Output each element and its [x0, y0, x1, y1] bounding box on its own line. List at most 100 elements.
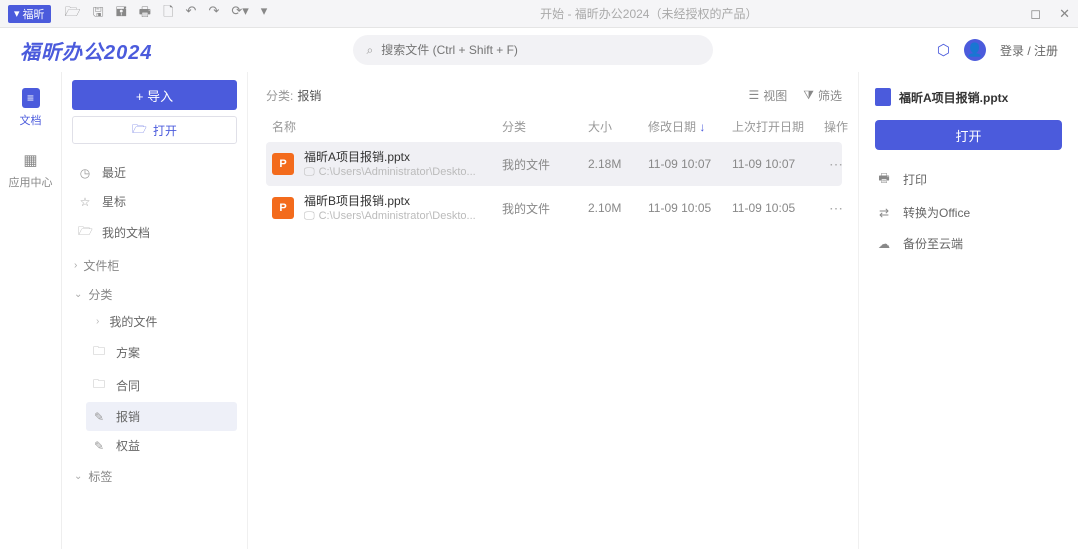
maximize-icon[interactable]: ◻ [1030, 6, 1041, 22]
detail-action-print[interactable]: 🖶 打印 [875, 162, 1062, 197]
crumb-current: 报销 [297, 87, 321, 104]
document-icon: ≡ [22, 88, 40, 108]
detail-action-label: 转换为Office [903, 204, 970, 221]
th-modified[interactable]: 修改日期 ↓ [648, 118, 732, 135]
topbar: 福昕办公2024 ⌕ ⬡ 👤 登录 / 注册 [0, 28, 1078, 72]
cell-category: 我的文件 [502, 200, 588, 217]
import-button[interactable]: + 导入 [72, 80, 237, 110]
cell-size: 2.18M [588, 157, 648, 171]
cloud-icon: ☁ [877, 237, 891, 251]
table-row[interactable]: P 福昕B项目报销.pptx 🖵C:\Users\Administrator\D… [266, 186, 842, 230]
cell-modified: 11-09 10:07 [648, 157, 732, 171]
view-toggle[interactable]: ☰视图 [748, 87, 787, 104]
chevron-right-icon: › [96, 316, 99, 327]
file-name: 福昕B项目报销.pptx [304, 194, 476, 209]
row-more-icon[interactable]: ⋯ [829, 156, 843, 172]
star-icon: ☆ [78, 195, 92, 209]
open-folder-icon[interactable]: 🗁 [65, 3, 81, 25]
close-icon[interactable]: ✕ [1059, 6, 1070, 22]
sidebar-item-label: 我的文档 [102, 224, 150, 241]
save-icon[interactable]: 🖫 [93, 3, 104, 25]
cell-opened: 11-09 10:07 [732, 157, 816, 171]
th-category[interactable]: 分类 [502, 118, 588, 135]
sidebar-cat-auth[interactable]: ✎ 权益 [86, 431, 237, 460]
detail-action-backup[interactable]: ☁ 备份至云端 [875, 228, 1062, 259]
breadcrumb: 分类: 报销 ☰视图 ⧩筛选 [266, 82, 842, 108]
file-name: 福昕A项目报销.pptx [304, 150, 476, 165]
sidebar: + 导入 🗁 打开 ◷ 最近 ☆ 星标 🗁 我的文档 › 文件柜 ⌄ [62, 72, 248, 549]
chevron-down-icon: ⌄ [74, 471, 82, 482]
sidebar-cat-contract[interactable]: 🗀 合同 [86, 369, 237, 402]
history-dropdown-icon[interactable]: ⟳▾ [231, 3, 248, 25]
open-button-label: 打开 [153, 122, 177, 139]
chevron-right-icon: › [74, 260, 77, 271]
search-icon: ⌕ [367, 43, 374, 58]
sidebar-section-label: 分类 [88, 286, 112, 303]
avatar[interactable]: 👤 [964, 39, 986, 61]
sidebar-section-filebox[interactable]: › 文件柜 [72, 249, 237, 278]
settings-icon[interactable]: ⬡ [937, 41, 950, 59]
location-icon: 🖵 [304, 209, 315, 223]
sidebar-section-category[interactable]: ⌄ 分类 [72, 278, 237, 307]
search-box[interactable]: ⌕ [353, 35, 713, 65]
detail-open-button[interactable]: 打开 [875, 120, 1062, 150]
sidebar-nav: ◷ 最近 ☆ 星标 🗁 我的文档 [72, 158, 237, 249]
detail-panel: 福昕A项目报销.pptx 打开 🖶 打印 ⇄ 转换为Office ☁ 备份至云端 [858, 72, 1078, 549]
row-more-icon[interactable]: ⋯ [829, 200, 843, 216]
sidebar-cat-mine[interactable]: › 我的文件 [86, 307, 237, 336]
detail-action-convert[interactable]: ⇄ 转换为Office [875, 197, 1062, 228]
new-doc-icon[interactable]: 🗋 [163, 3, 173, 25]
redo-icon[interactable]: ↷ [208, 3, 219, 25]
detail-open-label: 打开 [955, 126, 981, 145]
th-opened[interactable]: 上次打开日期 [732, 118, 816, 135]
file-path: 🖵C:\Users\Administrator\Deskto... [304, 209, 476, 223]
th-operation: 操作 [816, 118, 856, 135]
titlebar: ▾ 福昕 🗁 🖫 🖬 🖶 🗋 ↶ ↷ ⟳▾ ▾ 开始 - 福昕办公2024（未经… [0, 0, 1078, 28]
app-badge: ▾ 福昕 [8, 5, 51, 23]
rail-docs-label: 文档 [20, 112, 42, 128]
rail-apps[interactable]: ▦ 应用中心 [0, 142, 61, 204]
sidebar-item-star[interactable]: ☆ 星标 [72, 187, 237, 216]
filter-toggle[interactable]: ⧩筛选 [803, 87, 842, 104]
sidebar-cat-report[interactable]: ✎ 报销 [86, 402, 237, 431]
app-badge-text: 福昕 [23, 6, 45, 22]
open-folder-icon: 🗁 [132, 120, 147, 141]
window-controls: ◻ ✕ [1030, 6, 1070, 22]
sidebar-item-label: 报销 [116, 408, 140, 425]
tag-icon: ✎ [92, 410, 106, 424]
rail-docs[interactable]: ≡ 文档 [0, 80, 61, 142]
filter-icon: ⧩ [803, 88, 814, 103]
file-path: 🖵C:\Users\Administrator\Deskto... [304, 165, 476, 179]
sidebar-item-label: 我的文件 [109, 313, 157, 330]
sidebar-section-label: 标签 [88, 468, 112, 485]
open-button[interactable]: 🗁 打开 [72, 116, 237, 144]
import-button-label: + 导入 [136, 86, 173, 105]
search-input[interactable] [381, 43, 698, 57]
sidebar-cat-plan[interactable]: 🗀 方案 [86, 336, 237, 369]
sidebar-item-recent[interactable]: ◷ 最近 [72, 158, 237, 187]
content-area: 分类: 报销 ☰视图 ⧩筛选 名称 分类 大小 修改日期 ↓ 上次打开日期 操作… [248, 72, 858, 549]
sidebar-section-label: 文件柜 [83, 257, 119, 274]
th-size[interactable]: 大小 [588, 118, 648, 135]
main: ≡ 文档 ▦ 应用中心 + 导入 🗁 打开 ◷ 最近 ☆ 星标 🗁 [0, 72, 1078, 549]
tag-icon: ✎ [92, 439, 106, 453]
th-name[interactable]: 名称 [272, 118, 502, 135]
login-link[interactable]: 登录 / 注册 [1000, 42, 1058, 59]
sidebar-item-label: 最近 [102, 164, 126, 181]
clock-icon: ◷ [78, 166, 92, 180]
table-row[interactable]: P 福昕A项目报销.pptx 🖵C:\Users\Administrator\D… [266, 142, 842, 186]
convert-icon: ⇄ [877, 206, 891, 220]
save-as-icon[interactable]: 🖬 [116, 3, 127, 25]
undo-icon[interactable]: ↶ [186, 3, 197, 25]
sidebar-item-label: 权益 [116, 437, 140, 454]
sidebar-category-list: › 我的文件 🗀 方案 🗀 合同 ✎ 报销 ✎ 权益 [72, 307, 237, 460]
sidebar-section-tags[interactable]: ⌄ 标签 [72, 460, 237, 489]
detail-action-label: 打印 [903, 171, 927, 188]
list-view-icon: ☰ [748, 88, 759, 102]
left-rail: ≡ 文档 ▦ 应用中心 [0, 72, 62, 549]
table-header: 名称 分类 大小 修改日期 ↓ 上次打开日期 操作 [266, 112, 842, 142]
sidebar-item-mydocs[interactable]: 🗁 我的文档 [72, 216, 237, 249]
folder-icon: 🗀 [92, 342, 106, 363]
print-icon[interactable]: 🖶 [139, 3, 151, 25]
app-badge-icon: ▾ [14, 7, 20, 20]
